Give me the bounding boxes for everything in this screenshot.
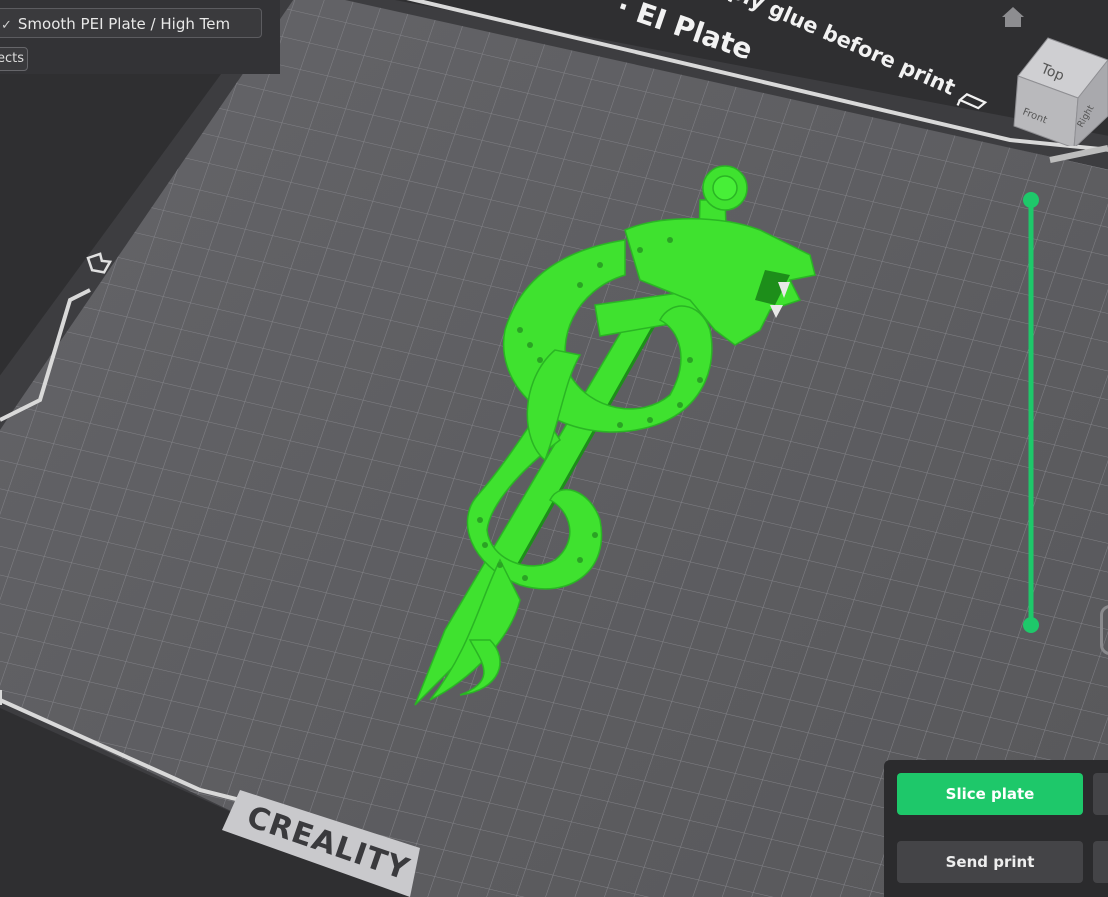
slice-plate-button[interactable]: Slice plate (897, 773, 1083, 815)
side-scroll-knob[interactable] (1100, 605, 1108, 655)
layer-slider-top-handle[interactable] (1023, 192, 1039, 208)
send-print-button[interactable]: Send print (897, 841, 1083, 883)
objects-button[interactable]: ects (0, 47, 28, 71)
check-icon: ✓ (1, 18, 12, 33)
layer-slider-bottom-handle[interactable] (1023, 617, 1039, 633)
plate-type-select[interactable]: ✓ Smooth PEI Plate / High Tem (0, 8, 262, 38)
plate-type-label: Smooth PEI Plate / High Tem (17, 15, 231, 33)
home-icon[interactable] (999, 4, 1027, 30)
view-cube[interactable]: Top Front Right (1008, 36, 1108, 150)
slice-dropdown-button[interactable] (1093, 773, 1108, 815)
send-dropdown-button[interactable] (1093, 841, 1108, 883)
